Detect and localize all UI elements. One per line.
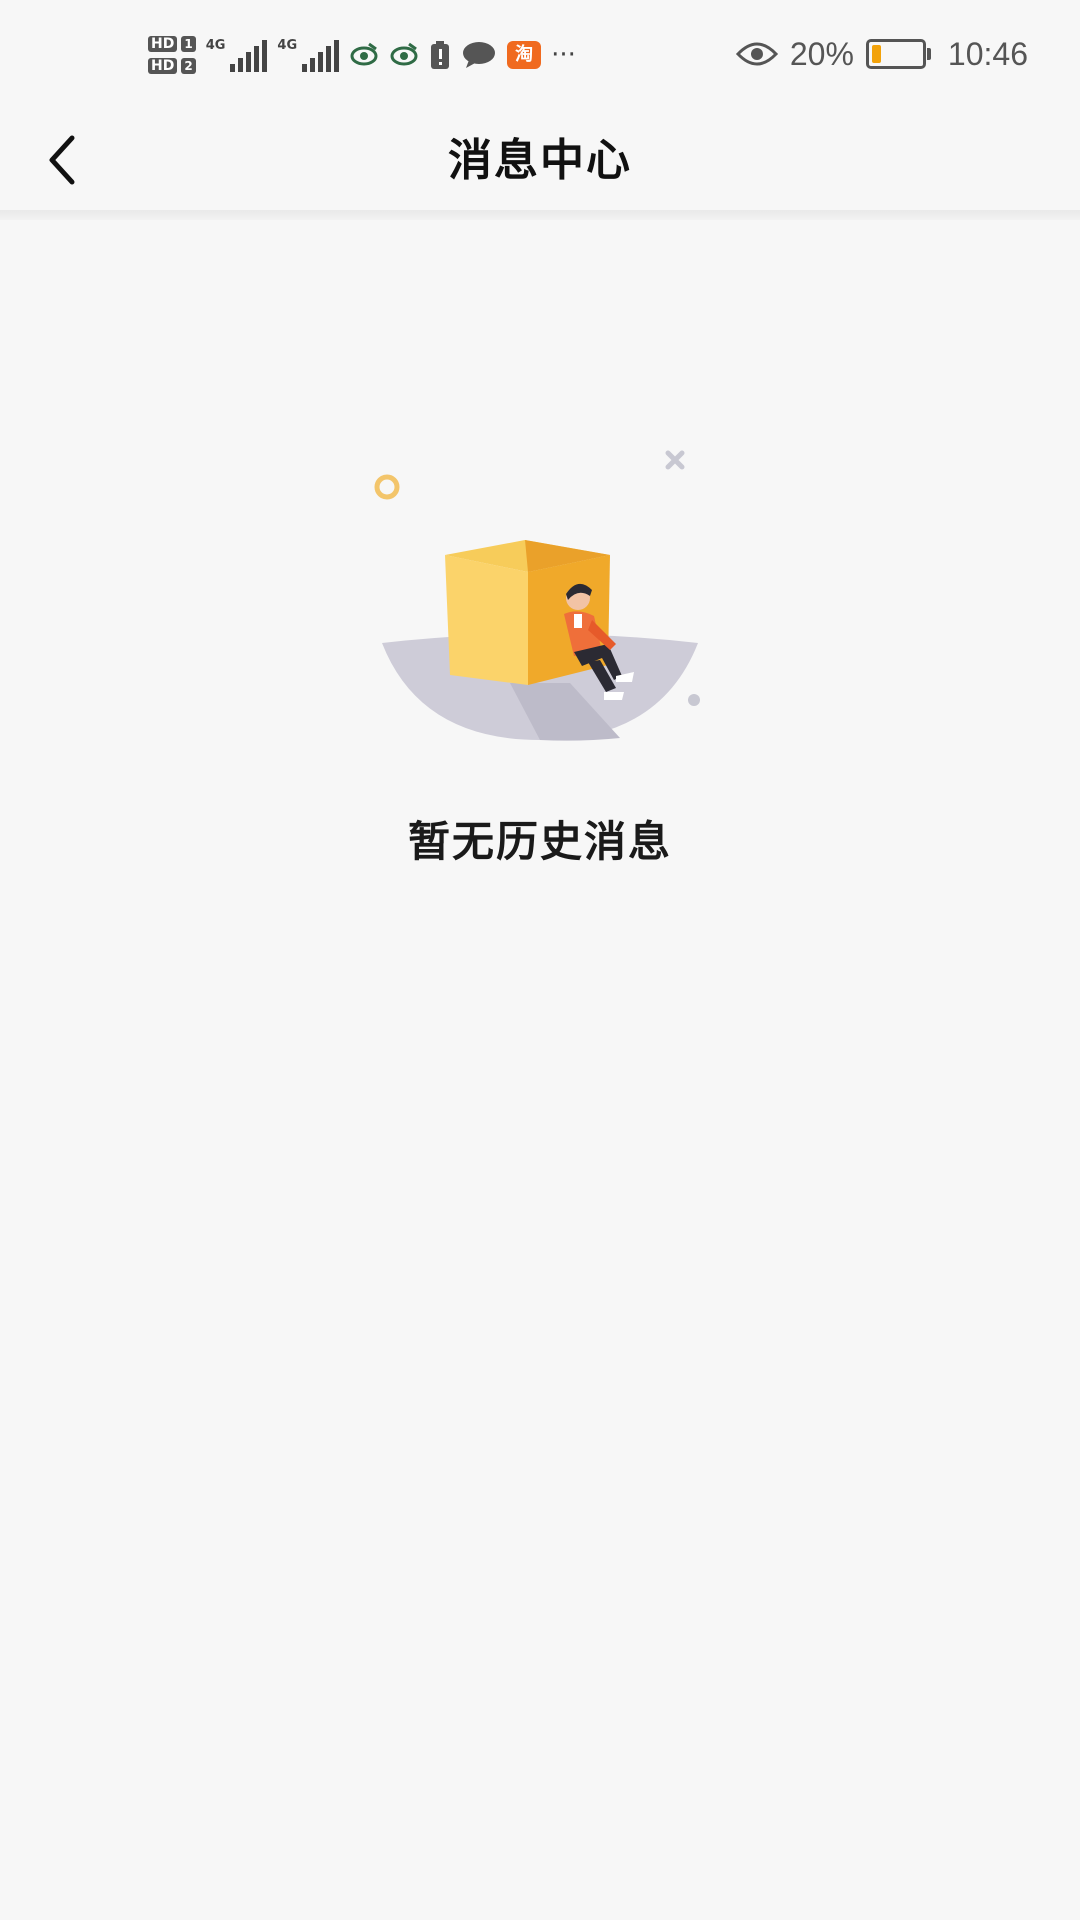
eye-comfort-icon <box>735 42 778 66</box>
page-title: 消息中心 <box>448 135 632 186</box>
battery-warning-icon <box>431 41 450 69</box>
hd-badge: HD <box>148 36 178 52</box>
status-bar: HD 1 HD 2 4G 4G 淘 ··· 20% 10:46 <box>0 0 1080 110</box>
hd-badge: HD <box>148 58 178 74</box>
empty-box-illustration <box>374 450 700 741</box>
signal-icon: 4G <box>206 38 268 72</box>
sim-indicators: HD 1 HD 2 <box>148 36 196 74</box>
taobao-icon: 淘 <box>507 41 542 69</box>
header-divider <box>0 210 1080 220</box>
signal-icon: 4G <box>277 38 340 72</box>
eye-icon <box>350 42 378 66</box>
network-type: 4G <box>205 38 226 53</box>
sim-number: 2 <box>181 58 196 74</box>
battery-percentage: 20% <box>789 35 854 72</box>
eye-icon <box>390 42 418 66</box>
status-bar-left: HD 1 HD 2 4G 4G 淘 ··· <box>148 28 576 82</box>
network-type: 4G <box>277 38 298 53</box>
chat-icon <box>463 42 496 68</box>
status-bar-right: 20% 10:46 <box>735 26 1028 82</box>
more-notifications: ··· <box>551 40 576 70</box>
clock: 10:46 <box>947 35 1028 72</box>
sim-number: 1 <box>181 36 196 52</box>
empty-state-message: 暂无历史消息 <box>407 817 672 866</box>
app-header: 消息中心 <box>0 110 1080 210</box>
battery-icon <box>865 39 931 69</box>
